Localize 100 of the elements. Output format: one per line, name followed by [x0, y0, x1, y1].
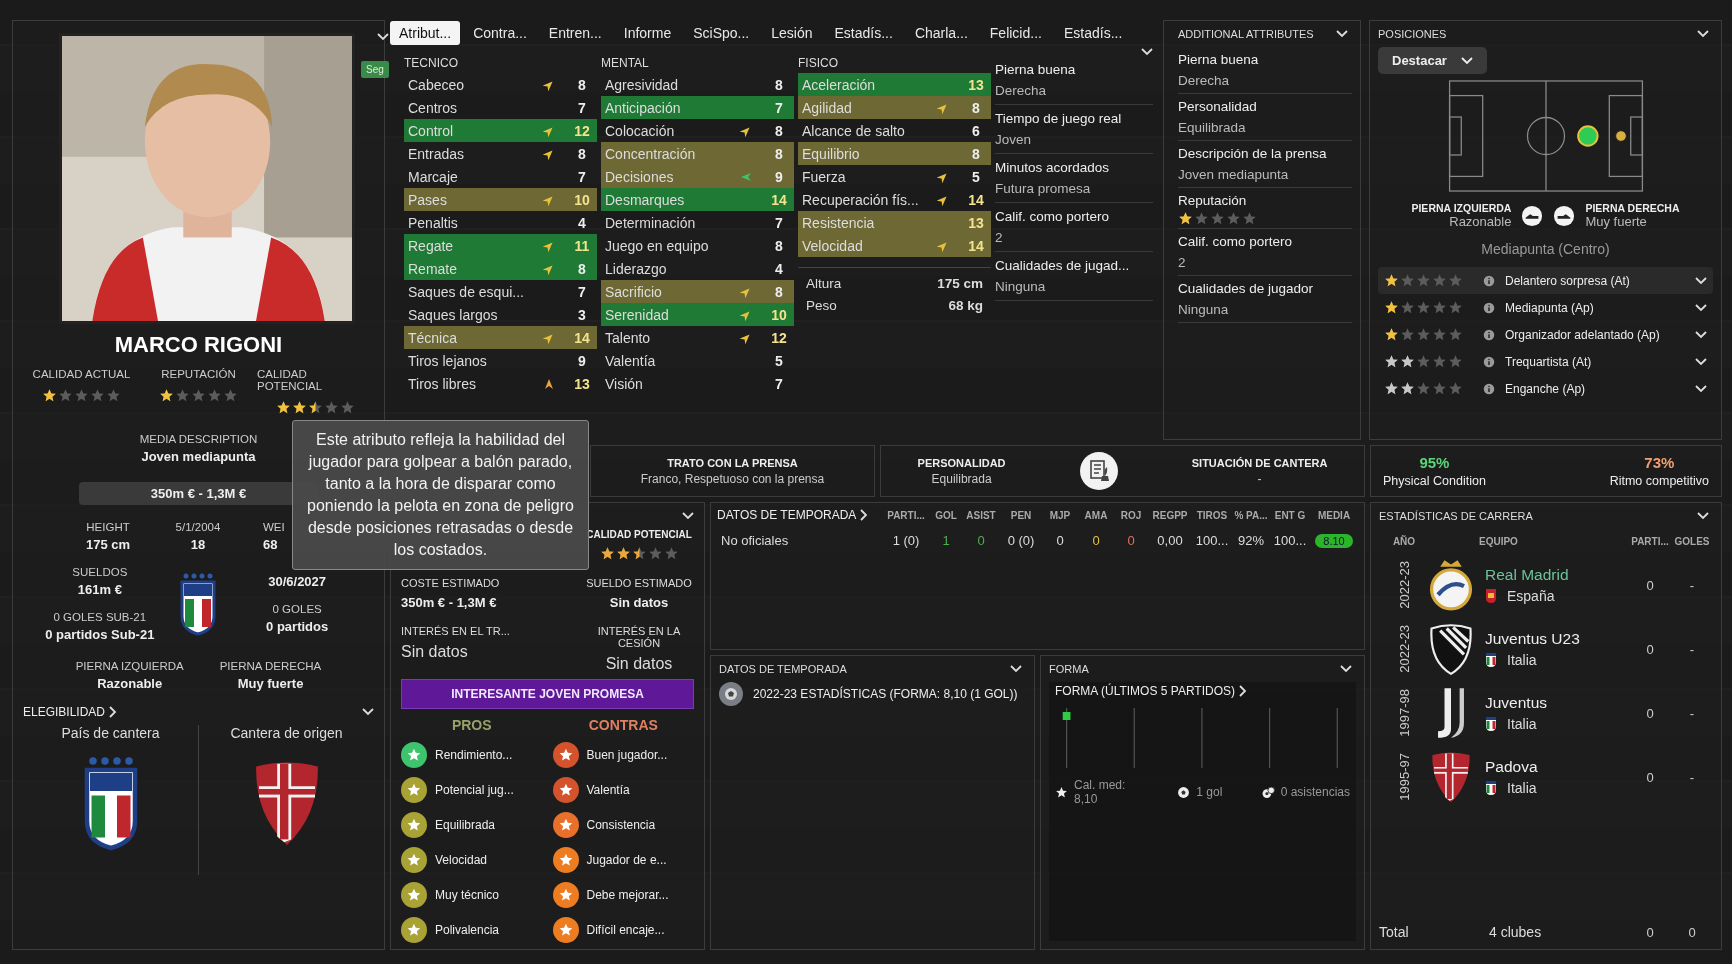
team-link[interactable]: Juventus U23 [1485, 630, 1629, 648]
column-header[interactable]: MEDIA [1310, 509, 1358, 521]
trait-label[interactable]: Polivalencia [435, 923, 500, 937]
attribute-row[interactable]: Visión 7 [601, 372, 794, 395]
form-link[interactable]: FORMA (ÚLTIMOS 5 PARTIDOS) [1055, 684, 1236, 698]
info-icon[interactable] [1483, 382, 1495, 395]
role-row[interactable]: Enganche (Ap) [1378, 375, 1713, 402]
chevron-down-icon[interactable] [376, 33, 389, 41]
column-header[interactable]: PARTI... [1629, 535, 1671, 547]
attribute-row[interactable]: Colocación 8 [601, 119, 794, 142]
attribute-row[interactable]: Tiros libres 13 [404, 372, 597, 395]
chevron-down-icon[interactable] [1695, 276, 1707, 285]
attribute-row[interactable]: Centros 7 [404, 96, 597, 119]
attribute-row[interactable]: Recuperación fís... 14 [798, 188, 991, 211]
column-header[interactable]: REGPP [1148, 509, 1192, 521]
tab[interactable]: Atribut... [390, 21, 461, 45]
attribute-row[interactable]: Alcance de salto 6 [798, 119, 991, 142]
tab[interactable]: Felicid... [980, 21, 1051, 45]
attribute-row[interactable]: Concentración 8 [601, 142, 794, 165]
column-header[interactable]: AMA [1078, 509, 1114, 521]
attribute-row[interactable]: Entradas 8 [404, 142, 597, 165]
info-icon[interactable] [1483, 328, 1495, 341]
attribute-row[interactable]: Agresividad 8 [601, 73, 794, 96]
trait-label[interactable]: Valentía [586, 783, 630, 797]
attribute-row[interactable]: Anticipación 7 [601, 96, 794, 119]
trait-label[interactable]: Rendimiento... [435, 748, 513, 762]
attribute-row[interactable]: Sacrificio 8 [601, 280, 794, 303]
attribute-row[interactable]: Liderazgo 4 [601, 257, 794, 280]
chevron-down-icon[interactable] [1141, 48, 1153, 56]
info-icon[interactable] [1483, 274, 1495, 287]
column-header[interactable]: GOLES [1671, 535, 1713, 547]
trait-label[interactable]: Buen jugador... [586, 748, 668, 762]
tab[interactable]: Entren... [539, 21, 611, 45]
attribute-row[interactable]: Equilibrio 8 [798, 142, 991, 165]
attribute-row[interactable]: Cabeceo 8 [404, 73, 597, 96]
tab[interactable]: Charla... [905, 21, 977, 45]
attribute-row[interactable]: Remate 8 [404, 257, 597, 280]
eligibility-link[interactable]: ELEGIBILIDAD [23, 705, 106, 719]
attribute-row[interactable]: Determinación 7 [601, 211, 794, 234]
column-header[interactable]: PEN [1000, 509, 1042, 521]
tab[interactable]: SciSpo... [684, 21, 759, 45]
column-header[interactable]: GOL [930, 509, 962, 521]
trait-label[interactable]: Debe mejorar... [586, 888, 669, 902]
attribute-row[interactable]: Decisiones 9 [601, 165, 794, 188]
info-icon[interactable] [1483, 355, 1495, 368]
team-link[interactable]: Real Madrid [1485, 566, 1629, 584]
role-row[interactable]: Organizador adelantado (Ap) [1378, 321, 1713, 348]
attribute-row[interactable]: Resistencia 13 [798, 211, 991, 234]
trait-label[interactable]: Muy técnico [435, 888, 500, 902]
chevron-down-icon[interactable] [1695, 330, 1707, 339]
role-row[interactable]: Mediapunta (Ap) [1378, 294, 1713, 321]
attribute-row[interactable]: Control 12 [404, 119, 597, 142]
chevron-down-icon[interactable] [1695, 303, 1707, 312]
column-header[interactable]: MJP [1042, 509, 1078, 521]
tab[interactable]: Contra... [464, 21, 536, 45]
column-header[interactable]: PARTI... [882, 509, 930, 521]
column-header[interactable]: EQUIPO [1429, 535, 1629, 547]
attribute-row[interactable]: Tiros lejanos 9 [404, 349, 597, 372]
role-row[interactable]: Delantero sorpresa (At) [1378, 267, 1713, 294]
attribute-row[interactable]: Marcaje 7 [404, 165, 597, 188]
chevron-down-icon[interactable] [1010, 665, 1022, 673]
attribute-row[interactable]: Desmarques 14 [601, 188, 794, 211]
attribute-row[interactable]: Juego en equipo 8 [601, 234, 794, 257]
trait-label[interactable]: Jugador de e... [586, 853, 667, 867]
chevron-down-icon[interactable] [1695, 357, 1707, 366]
trait-label[interactable]: Equilibrada [435, 818, 496, 832]
trait-label[interactable]: Velocidad [435, 853, 488, 867]
attribute-row[interactable]: Serenidad 10 [601, 303, 794, 326]
team-link[interactable]: Padova [1485, 758, 1629, 776]
chevron-down-icon[interactable] [362, 708, 374, 716]
attribute-row[interactable]: Fuerza 5 [798, 165, 991, 188]
attribute-row[interactable]: Aceleración 13 [798, 73, 991, 96]
attribute-row[interactable]: Talento 12 [601, 326, 794, 349]
verdict-banner[interactable]: INTERESANTE JOVEN PROMESA [401, 679, 694, 709]
trait-label[interactable]: Potencial jug... [435, 783, 514, 797]
attribute-row[interactable]: Valentía 5 [601, 349, 794, 372]
attribute-row[interactable]: Velocidad 14 [798, 234, 991, 257]
tab[interactable]: Estadís... [825, 21, 902, 45]
chevron-down-icon[interactable] [1695, 384, 1707, 393]
column-header[interactable]: % PA... [1232, 509, 1270, 521]
info-icon[interactable] [1483, 301, 1495, 314]
trait-label[interactable]: Difícil encaje... [586, 923, 665, 937]
column-header[interactable]: ROJ [1114, 509, 1148, 521]
chevron-down-icon[interactable] [1697, 512, 1709, 520]
attribute-row[interactable]: Saques largos 3 [404, 303, 597, 326]
tab[interactable]: Informe [614, 21, 681, 45]
attribute-row[interactable]: Saques de esqui... 7 [404, 280, 597, 303]
chevron-down-icon[interactable] [682, 512, 694, 520]
tab[interactable]: Lesión [762, 21, 822, 45]
attribute-row[interactable]: Agilidad 8 [798, 96, 991, 119]
trait-label[interactable]: Consistencia [586, 818, 656, 832]
chevron-down-icon[interactable] [1697, 30, 1709, 38]
attribute-row[interactable]: Regate 11 [404, 234, 597, 257]
chevron-down-icon[interactable] [1336, 30, 1348, 38]
tab[interactable]: Estadís... [1054, 21, 1132, 45]
highlight-dropdown[interactable]: Destacar [1378, 47, 1487, 74]
column-header[interactable]: ENT G [1270, 509, 1310, 521]
attribute-row[interactable]: Pases 10 [404, 188, 597, 211]
attribute-row[interactable]: Penaltis 4 [404, 211, 597, 234]
team-link[interactable]: Juventus [1485, 694, 1629, 712]
